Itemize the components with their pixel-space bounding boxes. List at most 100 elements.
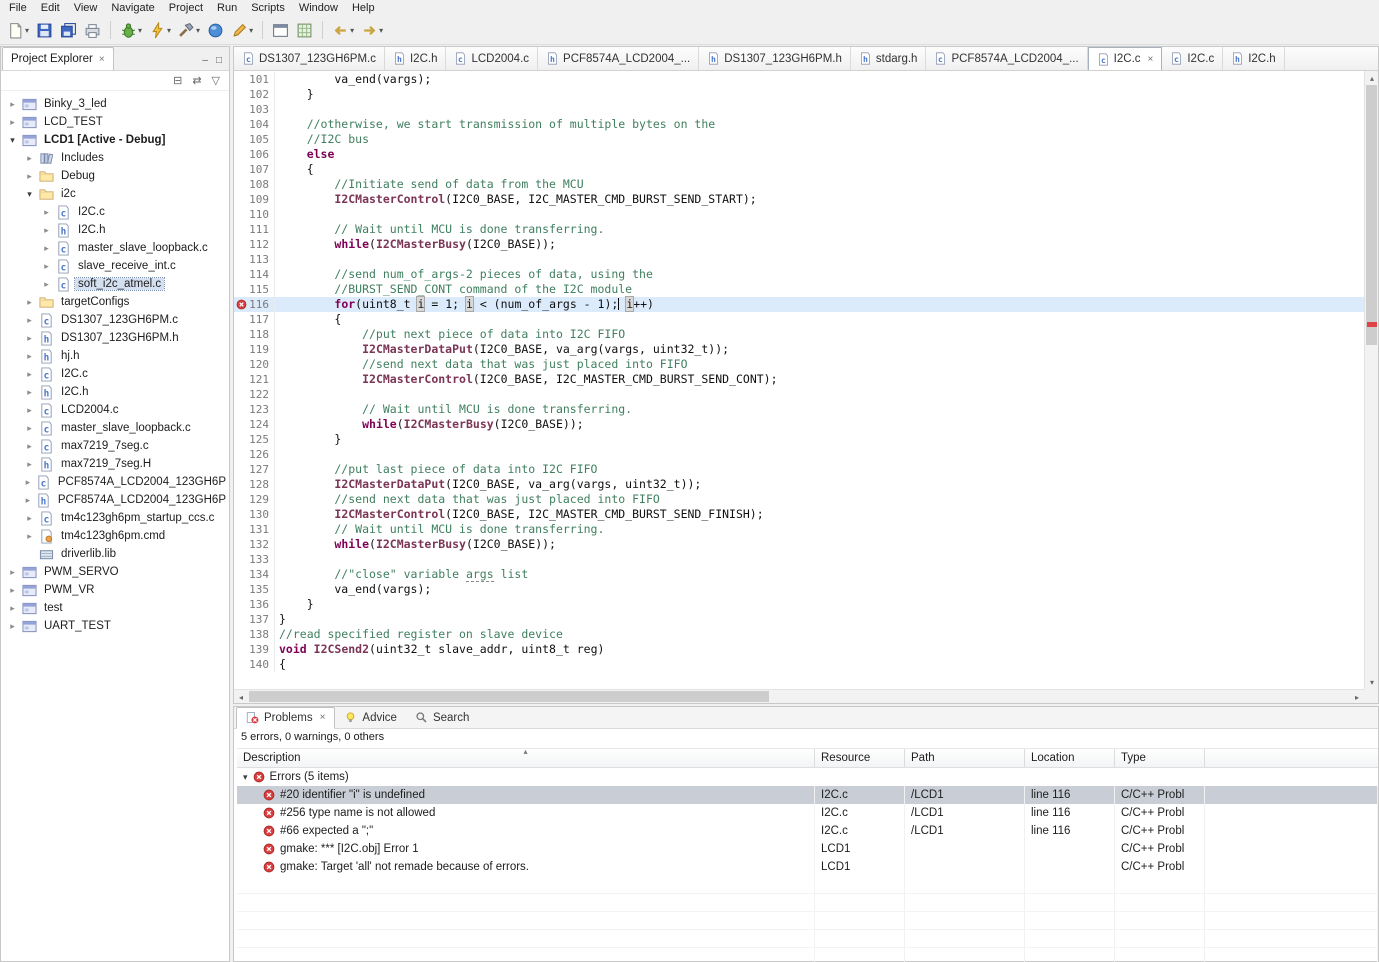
code-line[interactable]: 133 [234,552,1364,567]
editor-tab-i2c-c[interactable]: cI2C.c [1162,47,1223,70]
column-header-path[interactable]: Path [905,749,1025,767]
expand-arrow-icon[interactable]: ▸ [24,531,35,542]
tree-item-includes[interactable]: ▸Includes [1,149,229,167]
gutter-cell[interactable] [234,402,248,417]
menu-window[interactable]: Window [292,1,345,15]
code-line[interactable]: 134 //"close" variable args list [234,567,1364,582]
annotate-button[interactable]: ▾ [228,18,256,42]
minimize-button[interactable]: – [202,55,208,66]
maximize-button[interactable]: □ [216,55,222,66]
gutter-cell[interactable] [234,357,248,372]
expand-arrow-icon[interactable]: ▸ [7,117,18,128]
code-line[interactable]: 139void I2CSend2(uint32_t slave_addr, ui… [234,642,1364,657]
tree-item-driverlib-lib[interactable]: driverlib.lib [1,545,229,563]
menu-run[interactable]: Run [210,1,244,15]
scrollbar-thumb[interactable] [249,691,769,702]
tree-item-i2c-h[interactable]: ▸hI2C.h [1,383,229,401]
tree-item-slave-receive-int-c[interactable]: ▸cslave_receive_int.c [1,257,229,275]
expand-arrow-icon[interactable]: ▸ [24,441,35,452]
code-line[interactable]: 101 va_end(vargs); [234,72,1364,87]
tree-item-lcd-test[interactable]: ▸LCD_TEST [1,113,229,131]
code-line[interactable]: 104 //otherwise, we start transmission o… [234,117,1364,132]
tree-item-pcf8574a-lcd2004-123gh6p[interactable]: ▸cPCF8574A_LCD2004_123GH6P [1,473,229,491]
search-button[interactable] [204,18,227,42]
gutter-cell[interactable] [234,627,248,642]
code-line[interactable]: 120 //send next data that was just place… [234,357,1364,372]
dropdown-arrow-icon[interactable]: ▾ [25,26,29,35]
tree-item-master-slave-loopback-c[interactable]: ▸cmaster_slave_loopback.c [1,419,229,437]
dropdown-arrow-icon[interactable]: ▾ [350,26,354,35]
memory-button[interactable] [293,18,316,42]
tab-search[interactable]: Search [406,708,478,728]
gutter-cell[interactable] [234,267,248,282]
gutter-cell[interactable] [234,87,248,102]
gutter-cell[interactable] [234,327,248,342]
horizontal-scrollbar[interactable]: ◂ ▸ [234,689,1364,703]
editor-tab-i2c-c[interactable]: cI2C.c× [1088,47,1163,70]
tree-item-debug[interactable]: ▸Debug [1,167,229,185]
console-button[interactable] [269,18,292,42]
tree-item-i2c-h[interactable]: ▸hI2C.h [1,221,229,239]
column-header-type[interactable]: Type [1115,749,1205,767]
column-header-location[interactable]: Location [1025,749,1115,767]
expand-arrow-icon[interactable]: ▸ [24,495,32,506]
new-button[interactable]: ▾ [4,18,32,42]
tree-item-soft-i2c-atmel-c[interactable]: ▸csoft_i2c_atmel.c [1,275,229,293]
menu-help[interactable]: Help [345,1,382,15]
code-line[interactable]: 121 I2CMasterControl(I2C0_BASE, I2C_MAST… [234,372,1364,387]
gutter-cell[interactable] [234,417,248,432]
code-line[interactable]: 127 //put last piece of data into I2C FI… [234,462,1364,477]
tree-item-max7219-7seg-h[interactable]: ▸hmax7219_7seg.H [1,455,229,473]
dropdown-arrow-icon[interactable]: ▾ [138,26,142,35]
save-button[interactable] [33,18,56,42]
link-with-editor-button[interactable]: ⇄ [192,74,201,87]
expand-arrow-icon[interactable]: ▸ [24,333,35,344]
code-line[interactable]: 131 // Wait until MCU is done transferri… [234,522,1364,537]
menu-file[interactable]: File [2,1,34,15]
expand-arrow-icon[interactable]: ▸ [24,459,35,470]
gutter-cell[interactable] [234,432,248,447]
code-line[interactable]: 103 [234,102,1364,117]
dropdown-arrow-icon[interactable]: ▾ [249,26,253,35]
code-line[interactable]: 123 // Wait until MCU is done transferri… [234,402,1364,417]
gutter-cell[interactable] [234,537,248,552]
editor-tab-pcf8574a-lcd2004[interactable]: cPCF8574A_LCD2004_... [926,47,1087,70]
code-line[interactable]: 116 for(uint8_t i = 1; i < (num_of_args … [234,297,1364,312]
expand-arrow-icon[interactable]: ▸ [41,261,52,272]
collapse-arrow-icon[interactable]: ▾ [24,189,35,200]
menu-view[interactable]: View [67,1,105,15]
code-line[interactable]: 130 I2CMasterControl(I2C0_BASE, I2C_MAST… [234,507,1364,522]
editor-tab-lcd2004-c[interactable]: cLCD2004.c [446,47,538,70]
gutter-cell[interactable] [234,312,248,327]
gutter-cell[interactable] [234,102,248,117]
code-line[interactable]: 119 I2CMasterDataPut(I2C0_BASE, va_arg(v… [234,342,1364,357]
gutter-cell[interactable] [234,252,248,267]
expand-arrow-icon[interactable]: ▸ [7,99,18,110]
problem-row[interactable]: #20 identifier "i" is undefinedI2C.c/LCD… [237,786,1378,804]
code-line[interactable]: 122 [234,387,1364,402]
gutter-cell[interactable] [234,132,248,147]
collapse-all-button[interactable]: ⊟ [173,74,182,87]
gutter-cell[interactable] [234,492,248,507]
gutter-cell[interactable] [234,447,248,462]
code-line[interactable]: 108 //Initiate send of data from the MCU [234,177,1364,192]
expand-arrow-icon[interactable]: ▸ [24,315,35,326]
code-line[interactable]: 124 while(I2CMasterBusy(I2C0_BASE)); [234,417,1364,432]
editor-tab-stdarg-h[interactable]: hstdarg.h [851,47,927,70]
vertical-scrollbar[interactable]: ▴ ▾ [1364,71,1378,689]
error-annotation-marker[interactable] [1367,322,1377,327]
tree-item-master-slave-loopback-c[interactable]: ▸cmaster_slave_loopback.c [1,239,229,257]
problem-row[interactable]: gmake: *** [I2C.obj] Error 1LCD1C/C++ Pr… [237,840,1378,858]
gutter-cell[interactable] [234,237,248,252]
tree-item-uart-test[interactable]: ▸UART_TEST [1,617,229,635]
scroll-right-arrow-icon[interactable]: ▸ [1350,690,1364,704]
code-line[interactable]: 114 //send num_of_args-2 pieces of data,… [234,267,1364,282]
flash-button[interactable]: ▾ [146,18,174,42]
code-line[interactable]: 112 while(I2CMasterBusy(I2C0_BASE)); [234,237,1364,252]
gutter-cell[interactable] [234,477,248,492]
project-explorer-tab[interactable]: Project Explorer × [2,47,114,70]
expand-arrow-icon[interactable]: ▸ [24,477,32,488]
expand-arrow-icon[interactable]: ▸ [24,351,35,362]
expand-arrow-icon[interactable]: ▸ [24,387,35,398]
code-line[interactable]: 136 } [234,597,1364,612]
